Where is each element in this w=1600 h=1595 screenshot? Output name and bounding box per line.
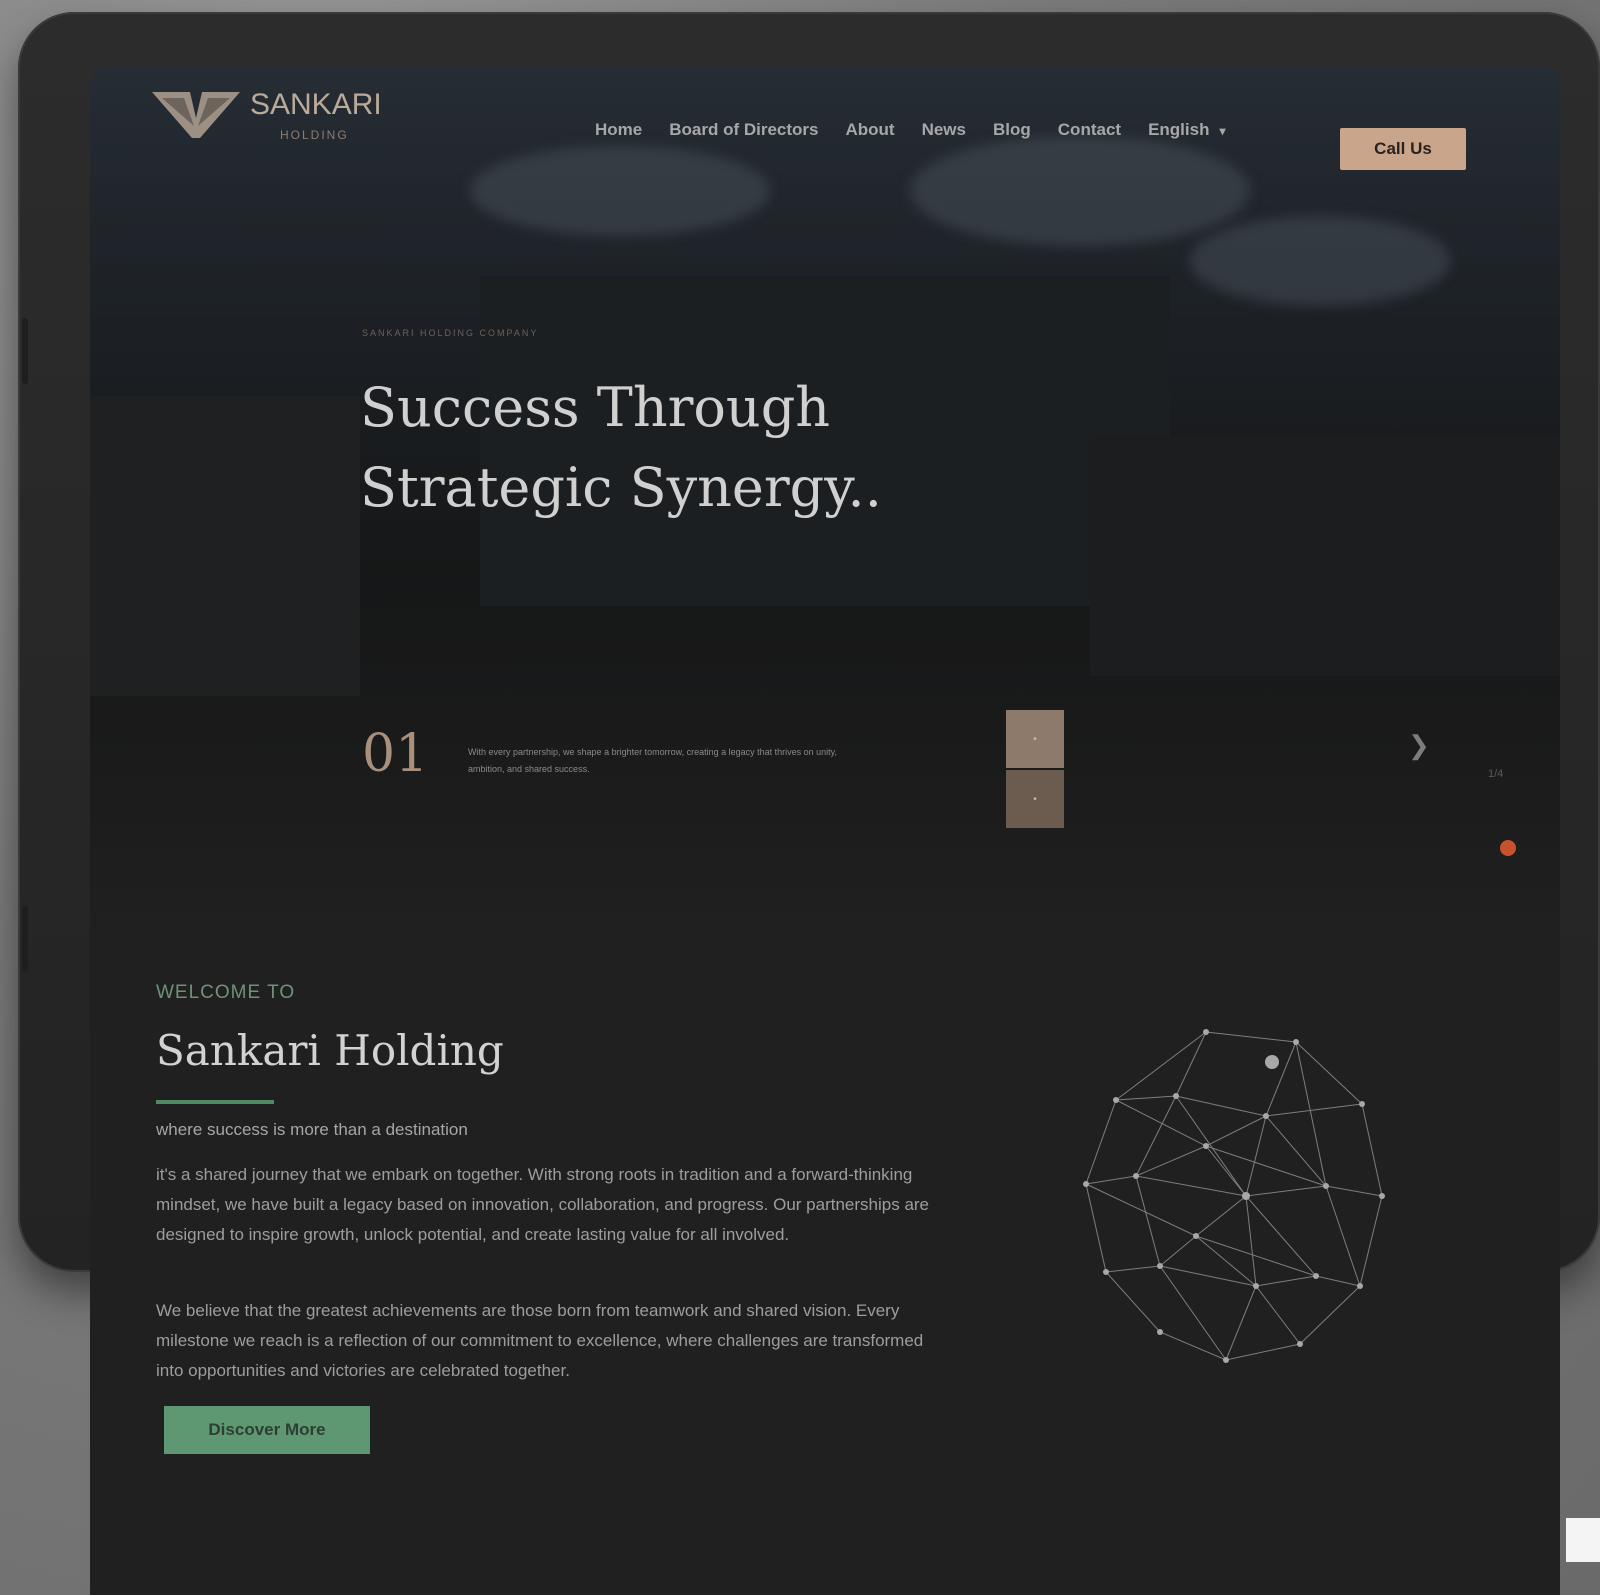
hero-title-line-1: Success Through bbox=[360, 376, 831, 439]
hero-eyebrow: SANKARI HOLDING COMPANY bbox=[362, 328, 539, 338]
logo-subtitle: HOLDING bbox=[280, 128, 349, 142]
title-underline bbox=[156, 1100, 274, 1104]
slide-counter: 1/4 bbox=[1488, 768, 1504, 780]
logo-title[interactable]: SANKARI bbox=[250, 88, 382, 122]
slide-thumbnail-1[interactable]: • bbox=[1006, 710, 1064, 768]
welcome-paragraph-1: it's a shared journey that we embark on … bbox=[156, 1165, 930, 1244]
welcome-title: Sankari Holding bbox=[156, 1026, 504, 1075]
hero-title: Success Through Strategic Synergy.. bbox=[360, 368, 1060, 528]
side-button-bottom bbox=[22, 906, 28, 972]
side-button-top bbox=[22, 318, 28, 384]
welcome-paragraph-2: We believe that the greatest achievement… bbox=[156, 1301, 924, 1380]
logo-wings-icon bbox=[152, 92, 240, 138]
nav-news[interactable]: News bbox=[922, 120, 966, 140]
discover-more-button[interactable]: Discover More bbox=[164, 1406, 370, 1454]
main-menu: Home Board of Directors About News Blog … bbox=[595, 120, 1226, 140]
call-us-button[interactable]: Call Us bbox=[1340, 128, 1466, 170]
next-arrow-icon[interactable]: ❯ bbox=[1408, 730, 1430, 761]
nav-board-of-directors[interactable]: Board of Directors bbox=[669, 120, 818, 140]
hero-title-line-2: Strategic Synergy.. bbox=[360, 456, 882, 519]
slide-thumbnail-2[interactable]: • bbox=[1006, 770, 1064, 828]
nav-about[interactable]: About bbox=[845, 120, 894, 140]
cloud-shape bbox=[1190, 216, 1450, 306]
slide-number: 01 bbox=[362, 724, 429, 784]
scroll-indicator-dot[interactable] bbox=[1500, 840, 1516, 856]
building-silhouette bbox=[90, 396, 360, 696]
top-navigation: SANKARI HOLDING Home Board of Directors … bbox=[90, 66, 1560, 176]
slide-caption: With every partnership, we shape a brigh… bbox=[468, 747, 838, 774]
hero-section: SANKARI HOLDING Home Board of Directors … bbox=[90, 66, 1560, 936]
welcome-tagline: where success is more than a destination bbox=[156, 1120, 468, 1139]
nav-home[interactable]: Home bbox=[595, 120, 642, 140]
nav-contact[interactable]: Contact bbox=[1058, 120, 1121, 140]
language-selector[interactable]: English ▾ bbox=[1148, 120, 1225, 140]
language-label: English bbox=[1148, 120, 1210, 139]
chevron-down-icon: ▾ bbox=[1219, 124, 1226, 138]
welcome-eyebrow: WELCOME TO bbox=[156, 982, 296, 1003]
building-silhouette bbox=[1090, 436, 1560, 676]
nav-blog[interactable]: Blog bbox=[993, 120, 1031, 140]
background-corner bbox=[1566, 1518, 1600, 1562]
browser-screen: SANKARI HOLDING Home Board of Directors … bbox=[90, 66, 1560, 1595]
network-globe-icon bbox=[1083, 1029, 1385, 1363]
